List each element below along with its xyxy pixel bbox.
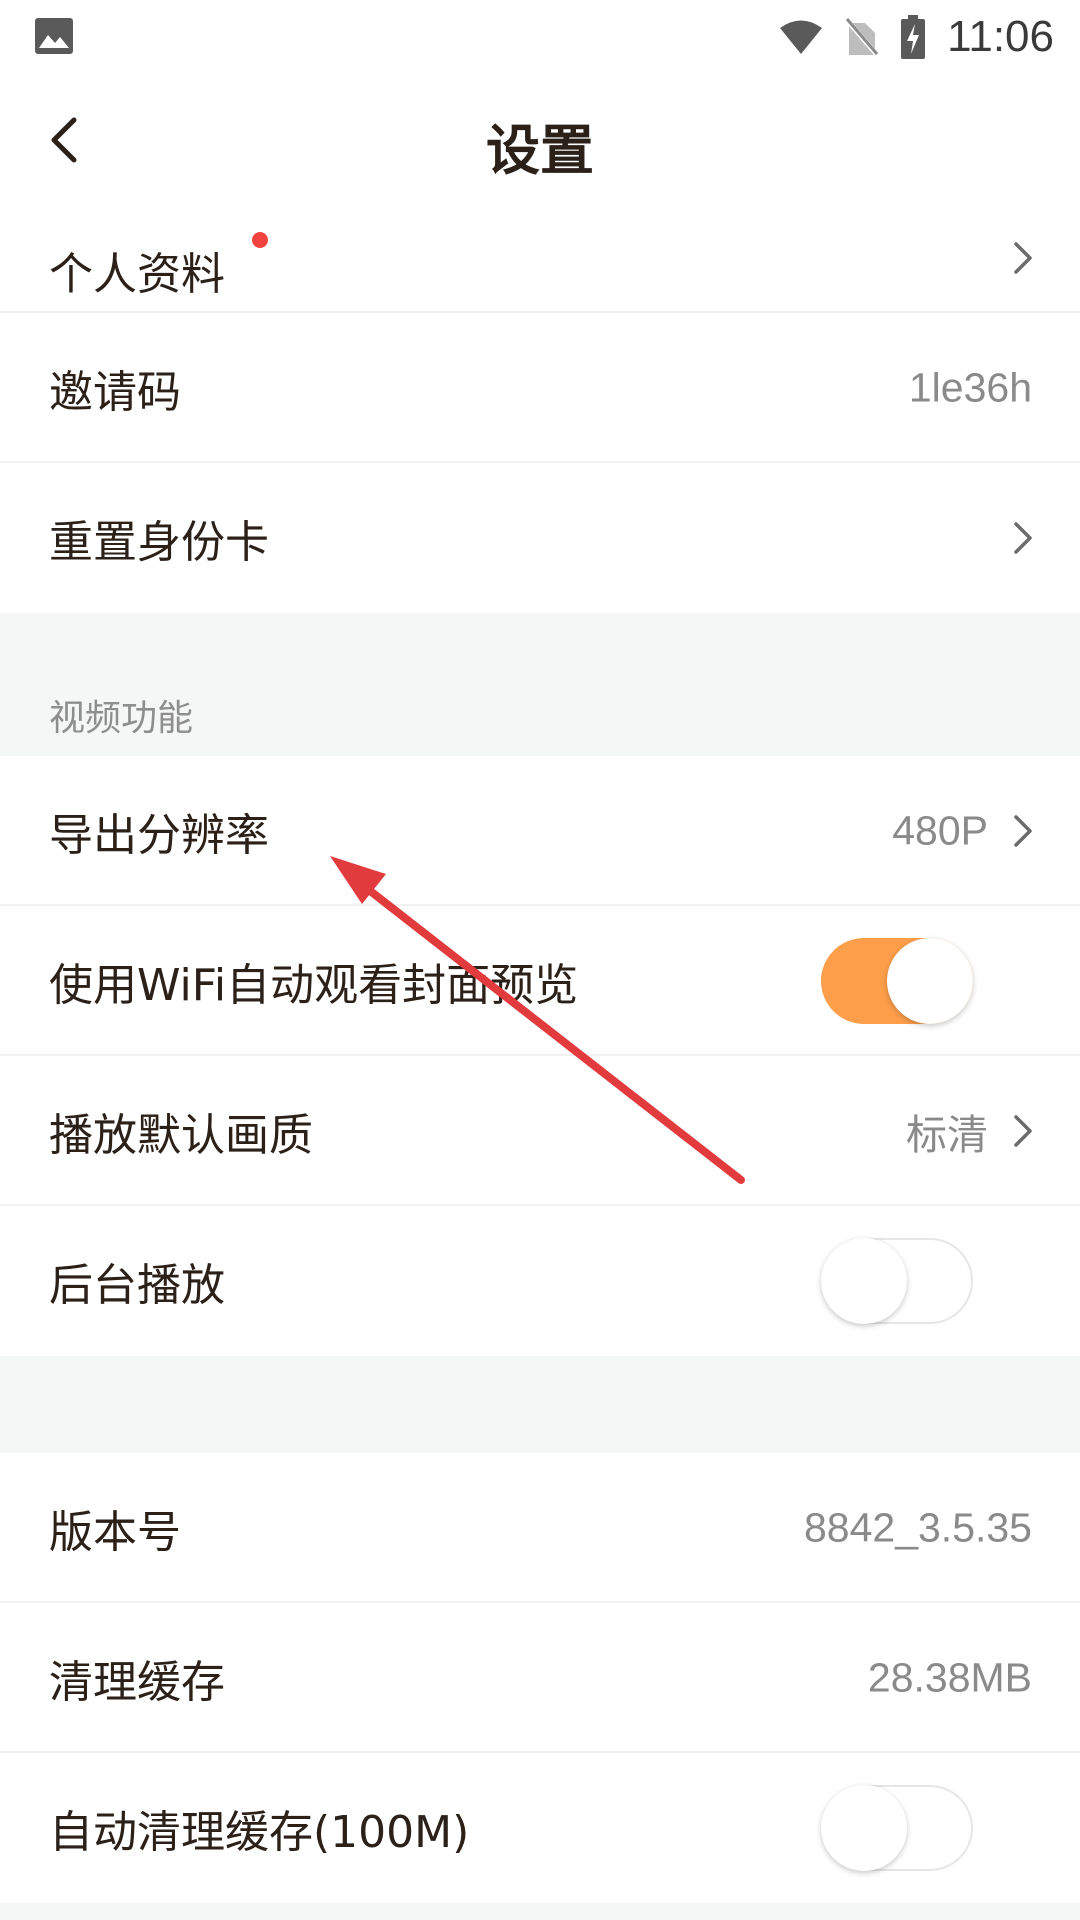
background-play-label: 后台播放 (49, 1260, 225, 1311)
status-time: 11:06 (947, 12, 1054, 61)
image-icon (34, 17, 74, 55)
battery-charging-icon (901, 15, 926, 59)
chevron-right-icon (1014, 1115, 1032, 1147)
settings-row-invite-code[interactable]: 邀请码 1le36h (0, 313, 1080, 463)
settings-row-background-play: 后台播放 (0, 1206, 1080, 1356)
wifi-icon (779, 19, 823, 55)
background-play-toggle[interactable] (821, 1238, 973, 1324)
reset-id-card-label: 重置身份卡 (49, 517, 269, 568)
section-header-video: 视频功能 (0, 613, 1080, 756)
default-quality-label: 播放默认画质 (49, 1110, 313, 1161)
app-header: 设置 (0, 74, 1080, 208)
clear-cache-label: 清理缓存 (49, 1657, 225, 1708)
status-bar: 11:06 (0, 0, 1080, 74)
settings-row-default-quality[interactable]: 播放默认画质 标清 (0, 1056, 1080, 1206)
version-value: 8842_3.5.35 (803, 1504, 1032, 1551)
settings-row-auto-clear-cache: 自动清理缓存(100M) (0, 1753, 1080, 1903)
toggle-knob (821, 1785, 907, 1871)
export-resolution-label: 导出分辨率 (49, 810, 269, 861)
section-spacer (0, 1356, 1080, 1453)
toggle-knob (887, 938, 973, 1024)
notification-dot (252, 232, 268, 248)
page-title: 设置 (486, 119, 594, 182)
chevron-right-icon (1014, 522, 1032, 554)
settings-row-reset-id-card[interactable]: 重置身份卡 (0, 463, 1080, 613)
settings-row-profile[interactable]: 个人资料 (0, 206, 1080, 313)
profile-label: 个人资料 (49, 249, 225, 300)
default-quality-value: 标清 (906, 1112, 988, 1158)
settings-row-version: 版本号 8842_3.5.35 (0, 1453, 1080, 1603)
settings-row-clear-cache[interactable]: 清理缓存 28.38MB (0, 1603, 1080, 1753)
clear-cache-value: 28.38MB (867, 1654, 1032, 1701)
version-label: 版本号 (49, 1507, 181, 1558)
no-sim-icon (845, 17, 880, 57)
settings-row-export-resolution[interactable]: 导出分辨率 480P (0, 756, 1080, 906)
chevron-right-icon (1014, 242, 1032, 274)
invite-code-label: 邀请码 (49, 367, 181, 418)
auto-clear-cache-label: 自动清理缓存(100M) (49, 1807, 470, 1858)
export-resolution-value: 480P (892, 807, 988, 854)
toggle-knob (821, 1238, 907, 1324)
section-title-video: 视频功能 (49, 698, 194, 739)
wifi-preview-toggle[interactable] (821, 938, 973, 1024)
settings-list: 个人资料 邀请码 1le36h 重置身份卡 视频功能 导出分辨率 480P 使用… (0, 206, 1080, 1903)
auto-clear-cache-toggle[interactable] (821, 1785, 973, 1871)
status-icons: 11:06 (779, 8, 1054, 66)
settings-row-wifi-preview: 使用WiFi自动观看封面预览 (0, 906, 1080, 1056)
invite-code-value: 1le36h (908, 364, 1032, 411)
wifi-preview-label: 使用WiFi自动观看封面预览 (49, 960, 579, 1011)
chevron-right-icon (1014, 815, 1032, 847)
